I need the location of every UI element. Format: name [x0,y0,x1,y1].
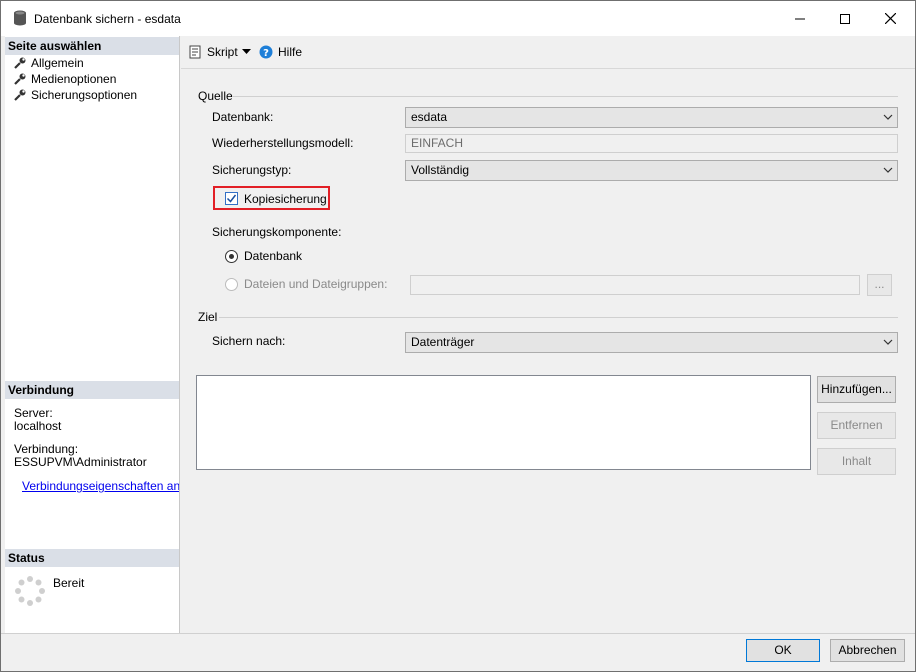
backup-component-label: Sicherungskomponente: [212,225,342,239]
chevron-down-icon [883,114,893,120]
cancel-button[interactable]: Abbrechen [830,639,905,662]
page-item-label: Medienoptionen [31,71,117,86]
script-icon [189,45,201,59]
chevron-down-icon [883,167,893,173]
window-title: Datenbank sichern - esdata [34,12,181,26]
component-files-option[interactable]: Dateien und Dateigruppen: [225,277,387,291]
status-value: Bereit [53,576,85,590]
maximize-button[interactable] [822,1,868,36]
component-database-radio[interactable] [225,249,238,263]
database-icon [14,10,26,26]
source-group-divider [233,96,898,97]
backup-database-dialog: Datenbank sichern - esdata Seite auswähl… [0,0,916,672]
svg-text:?: ? [263,48,269,59]
recovery-model-field: EINFACH [405,134,898,153]
script-dropdown-button[interactable] [242,44,251,60]
component-files-label: Dateien und Dateigruppen: [244,277,388,291]
minimize-icon [795,18,805,19]
general-page-content: Quelle Datenbank: esdata Wiederherstellu… [181,70,915,633]
left-pane: Seite auswählen Allgemein Medienoptionen… [5,36,180,633]
browse-files-button[interactable]: ... [867,274,892,296]
select-page-header: Seite auswählen [5,37,179,55]
help-icon: ? [259,45,273,59]
copy-only-label[interactable]: Kopiesicherung [244,192,327,206]
toolbar: Skript ? Hilfe [181,36,915,69]
wrench-icon [14,89,26,101]
recovery-model-value: EINFACH [411,136,464,150]
add-destination-button[interactable]: Hinzufügen... [817,376,896,403]
script-label: Skript [207,45,238,59]
help-label: Hilfe [278,45,303,59]
chevron-down-icon [883,339,893,345]
copy-only-checkbox[interactable] [225,192,238,205]
page-item-label: Allgemein [31,55,84,70]
dialog-footer: OK Abbrechen [1,633,915,671]
close-button[interactable] [867,1,913,36]
database-value: esdata [411,110,448,124]
progress-spinner-icon [15,576,45,606]
copy-only-highlight: Kopiesicherung [213,186,330,210]
minimize-button[interactable] [777,1,823,36]
files-filegroups-input[interactable] [410,275,860,295]
backup-to-label: Sichern nach: [212,334,286,348]
title-bar: Datenbank sichern - esdata [1,1,915,36]
contents-button[interactable]: Inhalt [817,448,896,475]
maximize-icon [840,13,850,24]
connection-header: Verbindung [5,381,179,399]
backup-type-dropdown[interactable]: Vollständig [405,160,898,181]
status-header: Status [5,549,179,567]
backup-type-label: Sicherungstyp: [212,163,292,177]
wrench-icon [14,57,26,69]
backup-to-value: Datenträger [411,335,475,349]
server-value: localhost [14,419,62,433]
ok-button[interactable]: OK [746,639,820,662]
component-database-label: Datenbank [244,249,303,263]
page-item-general[interactable]: Allgemein [13,55,84,70]
source-group-label: Quelle [198,89,233,103]
page-item-backup-options[interactable]: Sicherungsoptionen [13,87,137,102]
backup-destinations-list[interactable] [196,375,811,470]
remove-destination-button[interactable]: Entfernen [817,412,896,439]
connection-value: ESSUPVM\Administrator [14,455,147,469]
page-item-label: Sicherungsoptionen [31,87,138,102]
connection-properties-link[interactable]: Verbindungseigenschaften anzeigen [14,479,179,493]
backup-type-value: Vollständig [411,163,470,177]
database-label: Datenbank: [212,110,274,124]
caret-down-icon [242,49,251,54]
page-item-media-options[interactable]: Medienoptionen [13,71,116,86]
database-dropdown[interactable]: esdata [405,107,898,128]
recovery-model-label: Wiederherstellungsmodell: [212,136,354,150]
help-button[interactable]: ? Hilfe [259,44,302,60]
connection-properties-link-text[interactable]: Verbindungseigenschaften anzeigen [22,479,179,493]
checkmark-icon [226,194,237,203]
destination-group-label: Ziel [198,310,218,324]
backup-to-dropdown[interactable]: Datenträger [405,332,898,353]
component-files-radio[interactable] [225,277,238,291]
script-button[interactable]: Skript [189,44,238,60]
component-database-option[interactable]: Datenbank [225,249,302,263]
destination-group-divider [219,317,898,318]
close-icon [884,13,896,24]
wrench-icon [14,73,26,85]
